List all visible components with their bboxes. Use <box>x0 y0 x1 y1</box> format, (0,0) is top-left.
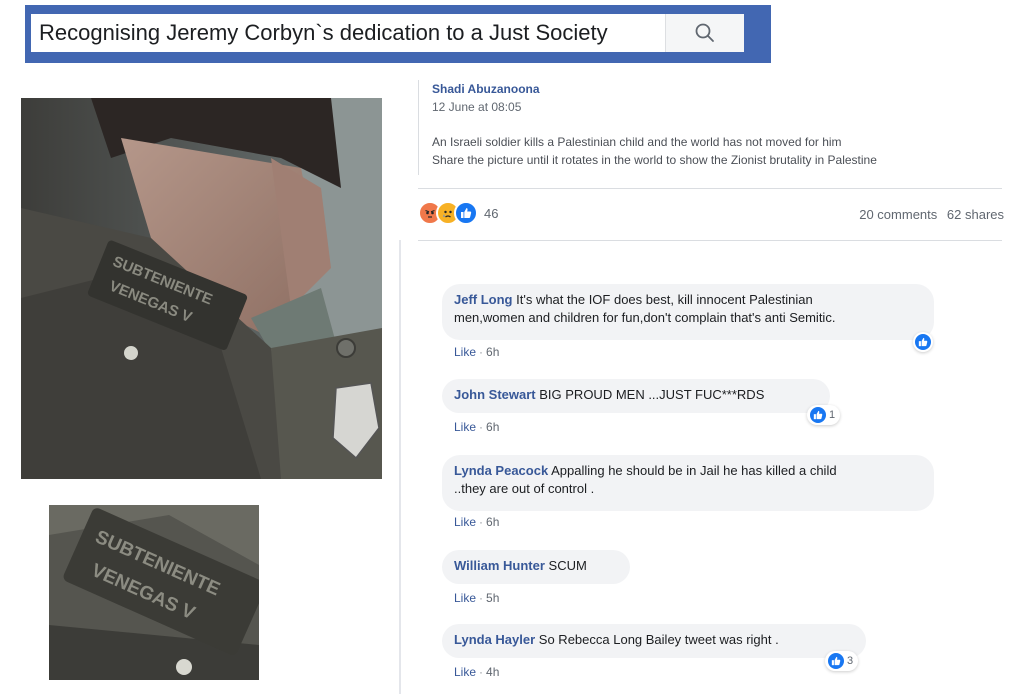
comment-like-count: 1 <box>829 409 836 421</box>
comment-like-link[interactable]: Like <box>454 591 476 605</box>
comment-text: So Rebecca Long Bailey tweet was right . <box>538 632 779 647</box>
search-header: Recognising Jeremy Corbyn`s dedication t… <box>25 5 771 63</box>
like-icon <box>810 407 826 423</box>
comment-author[interactable]: Jeff Long <box>454 292 513 307</box>
post-photo[interactable]: SUBTENIENTE VENEGAS V <box>21 98 382 479</box>
like-icon <box>454 201 478 225</box>
comments-count-link[interactable]: 20 comments <box>859 207 937 222</box>
comment-meta: Like · 4h <box>454 665 500 679</box>
comment-author[interactable]: John Stewart <box>454 387 536 402</box>
comment-text: It's what the IOF does best, kill innoce… <box>516 292 813 307</box>
post-text: An Israeli soldier kills a Palestinian c… <box>432 133 877 169</box>
comment-bubble: Lynda Peacock Appalling he should be in … <box>442 455 934 511</box>
comment-age[interactable]: 4h <box>486 665 499 679</box>
comment-author[interactable]: Lynda Hayler <box>454 632 535 647</box>
comment-age[interactable]: 6h <box>486 515 499 529</box>
comment-thread-line <box>399 240 401 694</box>
soldier-photo-image: SUBTENIENTE VENEGAS V <box>21 98 382 479</box>
comment-text: BIG PROUD MEN ...JUST FUC***RDS <box>539 387 765 402</box>
divider <box>418 188 1002 189</box>
search-icon <box>695 23 714 42</box>
post-stats: 20 comments 62 shares <box>859 207 1004 222</box>
comment-author[interactable]: William Hunter <box>454 558 545 573</box>
comment-age[interactable]: 5h <box>486 591 499 605</box>
search-input[interactable]: Recognising Jeremy Corbyn`s dedication t… <box>31 14 673 52</box>
comment-like-badge[interactable] <box>913 332 933 352</box>
comment-like-link[interactable]: Like <box>454 420 476 434</box>
like-icon <box>915 334 931 350</box>
comment-like-count: 3 <box>847 655 854 667</box>
comment-meta: Like · 6h <box>454 345 500 359</box>
comment-age[interactable]: 6h <box>486 345 499 359</box>
comment-age[interactable]: 6h <box>486 420 499 434</box>
comment-meta: Like · 6h <box>454 515 500 529</box>
comment-text: SCUM <box>548 558 587 573</box>
comment-like-badge[interactable]: 1 <box>807 405 841 425</box>
reaction-count: 46 <box>484 205 499 221</box>
cropped-badge-photo[interactable]: SUBTENIENTE VENEGAS V <box>49 505 259 680</box>
comment-meta: Like · 5h <box>454 591 500 605</box>
shares-count-link[interactable]: 62 shares <box>947 207 1004 222</box>
comment-like-link[interactable]: Like <box>454 515 476 529</box>
reactions-summary[interactable]: 46 <box>418 201 499 225</box>
divider <box>418 240 1002 241</box>
like-icon <box>828 653 844 669</box>
comment-bubble: William Hunter SCUM <box>442 550 630 584</box>
comment-bubble: Lynda Hayler So Rebecca Long Bailey twee… <box>442 624 866 658</box>
comment-text: Appalling he should be in Jail he has ki… <box>551 463 837 478</box>
comment-meta: Like · 6h <box>454 420 500 434</box>
post-text-line-2: Share the picture until it rotates in th… <box>432 153 877 167</box>
comment-text-cont: men,women and children for fun,don't com… <box>454 310 836 325</box>
post-quote-rule <box>418 80 419 175</box>
comment-like-badge[interactable]: 3 <box>825 651 859 671</box>
comment-bubble: John Stewart BIG PROUD MEN ...JUST FUC**… <box>442 379 830 413</box>
badge-closeup-image: SUBTENIENTE VENEGAS V <box>49 505 259 680</box>
comment-like-link[interactable]: Like <box>454 345 476 359</box>
post-text-line-1: An Israeli soldier kills a Palestinian c… <box>432 135 842 149</box>
post-timestamp[interactable]: 12 June at 08:05 <box>432 100 521 114</box>
search-button[interactable] <box>665 14 744 52</box>
comment-author[interactable]: Lynda Peacock <box>454 463 548 478</box>
post-author[interactable]: Shadi Abuzanoona <box>432 82 540 96</box>
comment-bubble: Jeff Long It's what the IOF does best, k… <box>442 284 934 340</box>
comment-like-link[interactable]: Like <box>454 665 476 679</box>
comment-text-cont: ..they are out of control . <box>454 481 595 496</box>
